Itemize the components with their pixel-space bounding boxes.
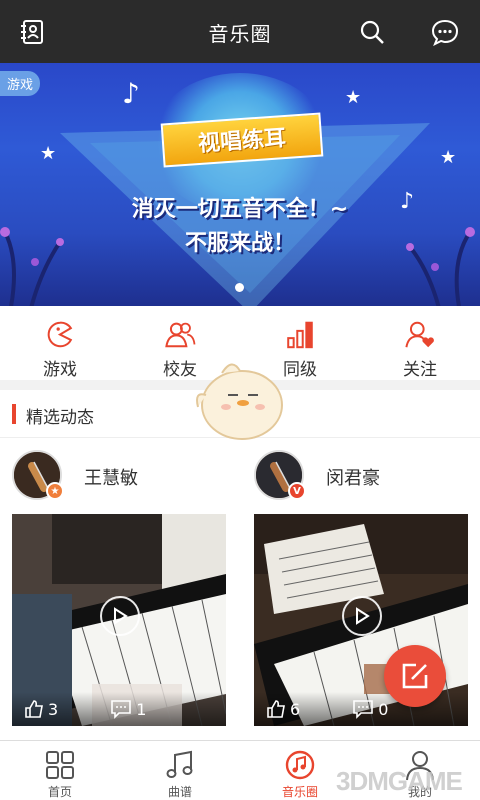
star-icon: ★ [440,147,457,168]
promo-banner[interactable]: 游戏 ★ ★ ★ ♪ ♪ 视唱练耳 消灭一切五音不全！~ 不服来战！ [0,63,480,306]
search-icon [360,20,384,44]
tab-label: 曲谱 [167,785,192,799]
tab-home[interactable]: 首页 [0,741,120,800]
thumbs-up-icon [25,700,43,718]
comment-icon [353,700,373,719]
category-label: 游戏 [43,360,77,380]
banner-slogan-line2: 不服来战！ [184,231,295,256]
comment-count[interactable]: 1 [110,699,146,719]
verified-badge-icon: V [288,482,306,500]
heart-person-icon [405,321,434,348]
play-button[interactable] [100,596,140,636]
home-grid-icon [46,751,74,779]
like-count-value: 6 [290,699,301,719]
banner-tag: 游戏 [0,71,41,96]
page-title: 音乐圈 [208,22,272,46]
compose-button[interactable] [384,645,446,707]
star-icon: ★ [40,143,57,164]
post-stats: 3 1 [12,692,226,726]
music-circle-icon [285,750,315,780]
section-marker [12,404,16,424]
video-thumbnail[interactable]: 3 1 [12,514,226,726]
author-name[interactable]: 闵君豪 [326,464,380,490]
play-button[interactable] [342,596,382,636]
like-count[interactable]: 6 [266,699,300,719]
mascot-chick-icon [196,363,283,440]
search-button[interactable] [354,14,390,50]
watermark-logo: 3DMGAME [336,766,463,796]
top-bar: 音乐圈 [0,0,480,63]
category-follow[interactable]: 关注 [360,306,480,380]
comment-icon [111,700,131,719]
category-label: 同级 [283,360,317,380]
tab-label: 首页 [47,785,72,799]
tab-label: 音乐圈 [281,785,318,799]
play-icon [356,607,370,625]
author-name[interactable]: 王慧敏 [84,464,138,490]
tab-scores[interactable]: 曲谱 [120,741,240,800]
section-title: 精选动态 [26,408,94,428]
edit-icon [402,663,428,689]
comment-count-value: 0 [378,699,389,719]
music-note-icon [166,750,193,778]
category-games[interactable]: 游戏 [0,306,120,380]
carousel-indicator[interactable] [235,283,244,292]
thumbs-up-icon [267,700,285,718]
bars-icon [287,321,313,349]
like-count-value: 3 [48,699,59,719]
messages-button[interactable] [427,14,463,50]
star-icon: ★ [345,87,362,108]
play-icon [114,607,128,625]
comment-count-value: 1 [136,699,147,719]
like-count[interactable]: 3 [24,699,58,719]
banner-slogan-line1: 消灭一切五音不全！~ [131,197,349,222]
pacman-icon [47,321,73,348]
category-label: 关注 [403,360,437,380]
people-icon [165,322,196,348]
music-note-decoration-icon: ♪ [122,77,140,110]
star-badge-icon: ★ [46,482,64,500]
chat-icon [431,19,459,46]
comment-count[interactable]: 0 [352,699,388,719]
